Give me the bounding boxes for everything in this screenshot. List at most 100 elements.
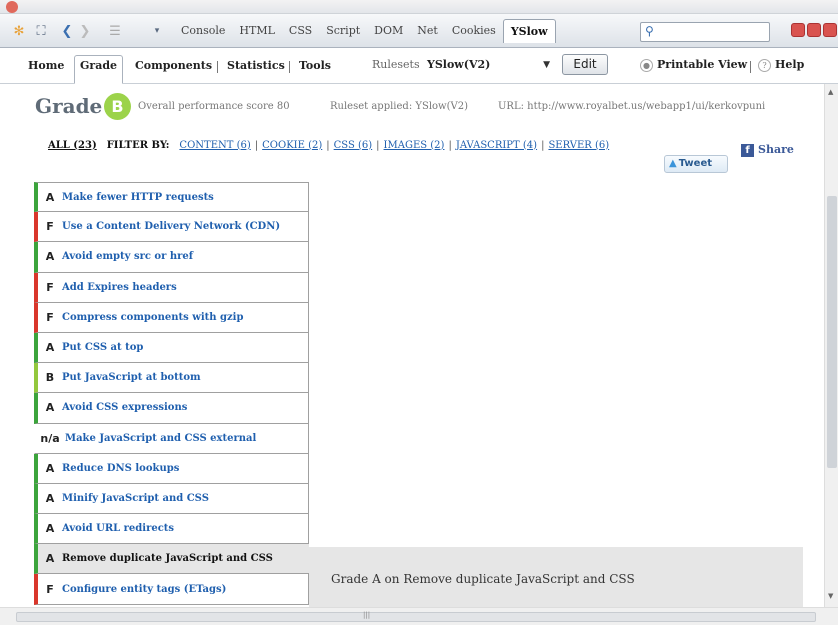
back-arrow-icon[interactable]: ❮ bbox=[58, 22, 76, 40]
rule-grade: A bbox=[45, 461, 55, 475]
chevron-down-icon: ▼ bbox=[543, 60, 550, 70]
printable-view-link[interactable]: ● Printable View bbox=[640, 58, 747, 72]
share-button[interactable]: f Share bbox=[741, 143, 794, 157]
scroll-grip-icon: ||| bbox=[363, 611, 371, 619]
fb-tab-script[interactable]: Script bbox=[319, 19, 367, 43]
menu-lines-icon[interactable]: ☰ bbox=[106, 22, 124, 40]
window-buttons bbox=[791, 23, 837, 37]
filter-javascript-link[interactable]: JAVASCRIPT (4) bbox=[456, 140, 537, 151]
tab-tools[interactable]: Tools bbox=[294, 56, 336, 76]
rule-row[interactable]: F Configure entity tags (ETags) bbox=[34, 574, 309, 605]
search-icon: ⚲ bbox=[645, 24, 654, 38]
rule-row[interactable]: A Put CSS at top bbox=[34, 332, 309, 364]
rule-title-link[interactable]: Add Expires headers bbox=[62, 282, 177, 293]
rule-row[interactable]: B Put JavaScript at bottom bbox=[34, 363, 309, 394]
filter-separator: | bbox=[326, 139, 330, 151]
fb-tab-cookies[interactable]: Cookies bbox=[445, 19, 503, 43]
rule-row[interactable]: A Avoid empty src or href bbox=[34, 242, 309, 273]
twitter-bird-icon: ▲ bbox=[669, 158, 677, 169]
rule-grade: F bbox=[46, 220, 54, 234]
tab-statistics[interactable]: Statistics bbox=[222, 56, 290, 76]
scroll-down-icon[interactable]: ▼ bbox=[828, 592, 833, 600]
fb-tab-dom[interactable]: DOM bbox=[367, 19, 410, 43]
panel-dropdown-icon[interactable]: ▾ bbox=[148, 22, 166, 40]
rule-grade: A bbox=[45, 401, 55, 415]
rule-grade: A bbox=[45, 190, 55, 204]
edit-button[interactable]: Edit bbox=[562, 54, 608, 75]
filter-server-link[interactable]: SERVER (6) bbox=[548, 140, 609, 151]
nav-separator bbox=[289, 61, 290, 73]
rule-grade: A bbox=[45, 491, 55, 505]
rule-title-link[interactable]: Make fewer HTTP requests bbox=[62, 192, 214, 203]
rule-row[interactable]: A Minify JavaScript and CSS bbox=[34, 483, 309, 515]
firebug-search-input[interactable]: ⚲ bbox=[640, 22, 770, 42]
help-link[interactable]: ? Help bbox=[758, 58, 804, 72]
rule-title-link[interactable]: Compress components with gzip bbox=[62, 312, 243, 323]
fb-tab-html[interactable]: HTML bbox=[232, 19, 282, 43]
rule-title-link[interactable]: Minify JavaScript and CSS bbox=[62, 493, 209, 504]
rule-title-link[interactable]: Make JavaScript and CSS external bbox=[65, 433, 256, 444]
rule-row[interactable]: F Compress components with gzip bbox=[34, 302, 309, 333]
filter-content-link[interactable]: CONTENT (6) bbox=[179, 140, 250, 151]
rule-title-link[interactable]: Reduce DNS lookups bbox=[62, 463, 179, 474]
scroll-up-icon[interactable]: ▲ bbox=[828, 88, 833, 96]
rule-detail-panel: Grade A on Remove duplicate JavaScript a… bbox=[309, 547, 803, 607]
firebug-tabs: Console HTML CSS Script DOM Net Cookies … bbox=[174, 14, 556, 48]
help-icon: ? bbox=[758, 58, 771, 72]
rule-row[interactable]: A Avoid CSS expressions bbox=[34, 393, 309, 424]
firebug-bug-icon[interactable]: ✻ bbox=[10, 22, 28, 40]
rules-list: A Make fewer HTTP requests F Use a Content … bbox=[34, 182, 309, 605]
vertical-scrollbar[interactable]: ▲ ▼ bbox=[824, 84, 838, 607]
rule-row[interactable]: F Use a Content Delivery Network (CDN) bbox=[34, 212, 309, 243]
nav-separator bbox=[750, 61, 751, 73]
window-top-strip bbox=[0, 0, 838, 14]
vertical-scroll-thumb[interactable] bbox=[827, 196, 837, 468]
rule-grade: A bbox=[45, 250, 55, 264]
ruleset-applied: Ruleset applied: YSlow(V2) bbox=[330, 101, 468, 112]
fb-tab-console[interactable]: Console bbox=[174, 19, 232, 43]
rule-title-link[interactable]: Configure entity tags (ETags) bbox=[62, 584, 226, 595]
rule-title-link[interactable]: Avoid empty src or href bbox=[62, 251, 193, 262]
page-url: URL: http://www.royalbet.us/webapp1/ui/k… bbox=[498, 101, 766, 112]
rule-title-link[interactable]: Avoid CSS expressions bbox=[62, 402, 187, 413]
rule-title-link[interactable]: Put JavaScript at bottom bbox=[62, 372, 201, 383]
tab-components[interactable]: Components bbox=[130, 56, 217, 76]
grade-title: Grade bbox=[35, 94, 103, 118]
tweet-button[interactable]: ▲ Tweet bbox=[664, 155, 728, 173]
fb-tab-net[interactable]: Net bbox=[410, 19, 445, 43]
rule-title-link[interactable]: Avoid URL redirects bbox=[62, 523, 174, 534]
filter-cookie-link[interactable]: COOKIE (2) bbox=[262, 140, 322, 151]
rule-row[interactable]: A Avoid URL redirects bbox=[34, 514, 309, 545]
printer-icon: ● bbox=[640, 58, 653, 72]
close-icon[interactable] bbox=[823, 23, 837, 37]
rule-title-link[interactable]: Remove duplicate JavaScript and CSS bbox=[62, 553, 273, 564]
minimize-icon[interactable] bbox=[791, 23, 805, 37]
inspect-icon[interactable]: ⛶ bbox=[32, 22, 50, 40]
filter-all-link[interactable]: ALL (23) bbox=[48, 140, 97, 151]
rule-title-link[interactable]: Use a Content Delivery Network (CDN) bbox=[62, 221, 280, 232]
tab-home[interactable]: Home bbox=[23, 56, 69, 76]
tab-grade[interactable]: Grade bbox=[74, 55, 124, 84]
rule-row[interactable]: A Remove duplicate JavaScript and CSS bbox=[34, 544, 309, 575]
nav-separator bbox=[217, 61, 218, 73]
horizontal-scroll-thumb[interactable] bbox=[16, 612, 816, 622]
filter-separator: | bbox=[376, 139, 380, 151]
ruleset-select[interactable]: YSlow(V2) ▼ bbox=[424, 56, 554, 74]
rule-title-link[interactable]: Put CSS at top bbox=[62, 342, 143, 353]
share-label: Share bbox=[758, 143, 794, 156]
filter-separator: | bbox=[448, 139, 452, 151]
rule-row[interactable]: n/a Make JavaScript and CSS external bbox=[34, 423, 309, 454]
rule-row[interactable]: A Reduce DNS lookups bbox=[34, 453, 309, 484]
filter-css-link[interactable]: CSS (6) bbox=[334, 140, 373, 151]
rule-grade: F bbox=[46, 280, 54, 294]
fb-tab-yslow[interactable]: YSlow bbox=[502, 19, 556, 43]
horizontal-scrollbar[interactable]: ||| bbox=[0, 607, 838, 625]
rule-row[interactable]: A Make fewer HTTP requests bbox=[34, 182, 309, 213]
help-label: Help bbox=[775, 58, 805, 71]
forward-arrow-icon[interactable]: ❯ bbox=[76, 22, 94, 40]
rule-grade: F bbox=[46, 582, 54, 596]
filter-images-link[interactable]: IMAGES (2) bbox=[384, 140, 445, 151]
fb-tab-css[interactable]: CSS bbox=[282, 19, 319, 43]
rule-row[interactable]: F Add Expires headers bbox=[34, 272, 309, 303]
maximize-icon[interactable] bbox=[807, 23, 821, 37]
